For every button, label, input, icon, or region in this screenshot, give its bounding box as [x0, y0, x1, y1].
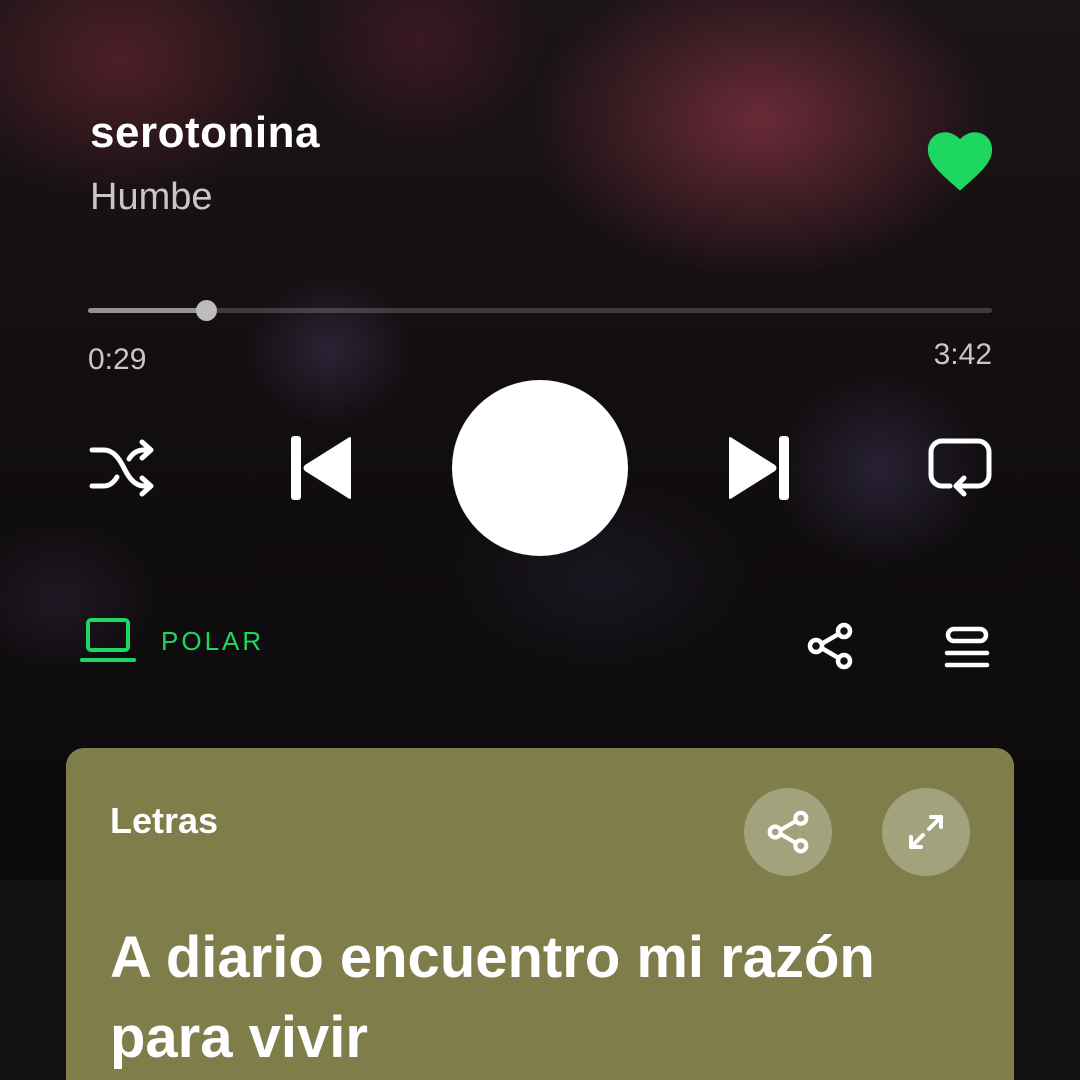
- time-elapsed: 0:29: [88, 343, 147, 376]
- skip-previous-icon[interactable]: [290, 436, 352, 500]
- lyrics-card[interactable]: Letras A diario encuentro mi razón para …: [66, 748, 1014, 1080]
- laptop-icon[interactable]: [80, 618, 136, 664]
- progress-handle[interactable]: [195, 300, 217, 321]
- share-icon[interactable]: [806, 622, 854, 670]
- connected-device-label[interactable]: POLAR: [161, 626, 264, 657]
- repeat-icon[interactable]: [928, 438, 992, 500]
- expand-icon: [909, 815, 943, 849]
- share-icon: [767, 810, 809, 854]
- shuffle-icon[interactable]: [88, 438, 156, 498]
- lyrics-heading: Letras: [110, 800, 219, 841]
- skip-next-icon[interactable]: [728, 436, 790, 500]
- now-playing-screen: serotonina Humbe 0:29 3:42 POLAR Letras …: [0, 0, 1080, 1080]
- time-duration: 3:42: [933, 338, 992, 371]
- lyrics-current-line: A diario encuentro mi razón para vivir: [110, 925, 875, 1070]
- heart-filled-icon[interactable]: [926, 130, 994, 192]
- lyrics-expand-button[interactable]: [882, 788, 970, 876]
- progress-bar[interactable]: [88, 300, 992, 321]
- play-button[interactable]: [452, 380, 628, 556]
- lyrics-share-button[interactable]: [744, 788, 832, 876]
- track-artist[interactable]: Humbe: [90, 176, 213, 219]
- queue-icon[interactable]: [944, 626, 990, 670]
- track-title: serotonina: [90, 108, 320, 157]
- progress-fill: [88, 308, 206, 313]
